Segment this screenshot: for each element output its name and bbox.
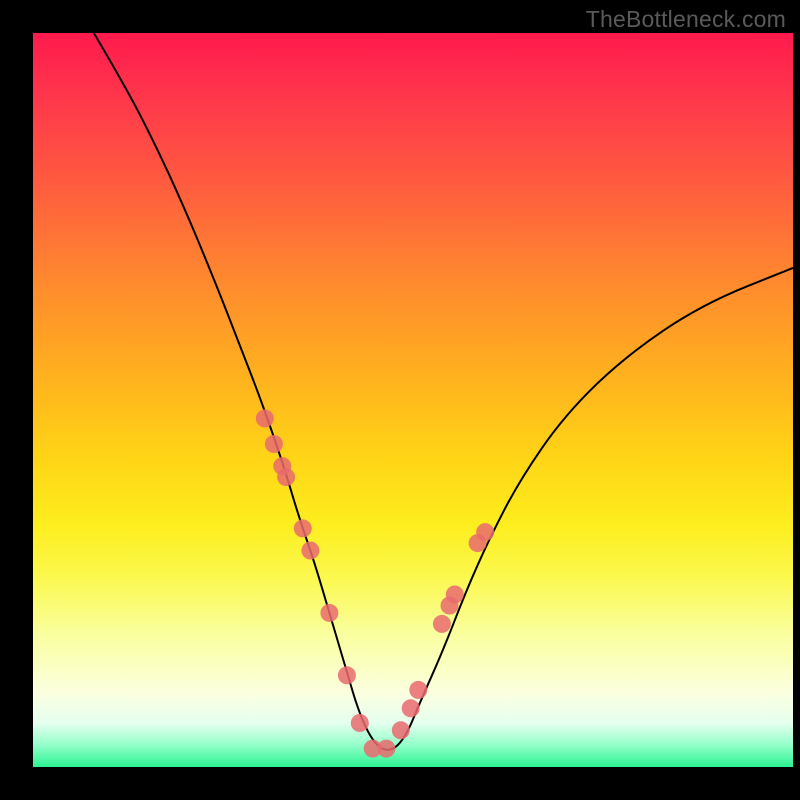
data-marker [277, 468, 295, 486]
data-marker [476, 523, 494, 541]
data-marker [320, 604, 338, 622]
data-marker [409, 681, 427, 699]
data-marker [392, 721, 410, 739]
data-marker [338, 666, 356, 684]
data-marker [265, 435, 283, 453]
data-marker [294, 519, 312, 537]
data-marker [351, 714, 369, 732]
data-marker [377, 740, 395, 758]
data-marker [433, 615, 451, 633]
plot-area [33, 33, 793, 767]
chart-svg [33, 33, 793, 767]
watermark-text: TheBottleneck.com [586, 6, 786, 33]
bottleneck-curve [94, 33, 793, 750]
data-marker [446, 586, 464, 604]
data-marker [256, 409, 274, 427]
marker-group [256, 409, 494, 757]
data-marker [301, 542, 319, 560]
data-marker [402, 699, 420, 717]
outer-frame: TheBottleneck.com [0, 0, 800, 800]
